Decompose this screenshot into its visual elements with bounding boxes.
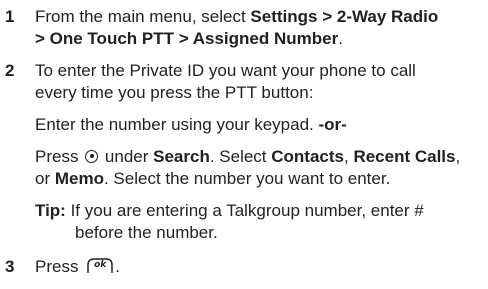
menu-path: Settings > 2-Way Radio xyxy=(250,7,439,26)
option-text: or xyxy=(35,169,55,188)
tip-text: before the number. xyxy=(75,223,218,242)
menu-contacts: Contacts xyxy=(271,147,344,166)
option-text: Press xyxy=(35,147,84,166)
step-text-part: . xyxy=(115,257,120,276)
step-text-part: From the main menu, select xyxy=(35,7,251,26)
instruction-page: 1 From the main menu, select Settings > … xyxy=(0,0,488,289)
step-number: 3 xyxy=(5,257,15,276)
step-intro: To enter the Private ID you want your ph… xyxy=(35,61,416,80)
step-text-part: Press xyxy=(35,257,84,276)
option-text: , xyxy=(455,147,461,166)
tip-label: Tip: xyxy=(35,201,66,220)
ok-key-icon: ok xyxy=(86,257,114,275)
option-text: . Select the number you want to enter. xyxy=(103,169,391,188)
center-select-key-icon xyxy=(85,149,99,163)
menu-memo: Memo xyxy=(54,169,104,188)
option-text: Enter the number using your keypad. xyxy=(35,115,319,134)
step-number: 2 xyxy=(5,61,15,80)
or-separator: -or- xyxy=(318,115,347,134)
step-text-part: . xyxy=(338,29,343,48)
option-text: under xyxy=(100,147,154,166)
menu-path: > One Touch PTT > Assigned Number xyxy=(35,29,339,48)
step-text: To enter the Private ID you want your ph… xyxy=(35,60,416,104)
step-number: 1 xyxy=(5,7,15,26)
tip-text: If you are entering a Talkgroup number, … xyxy=(65,201,424,220)
menu-recent-calls: Recent Calls xyxy=(353,147,456,166)
option-text: . Select xyxy=(209,147,272,166)
softkey-search: Search xyxy=(153,147,210,166)
step-intro: every time you press the PTT button: xyxy=(35,83,314,102)
step-text: From the main menu, select Settings > 2-… xyxy=(35,6,438,50)
